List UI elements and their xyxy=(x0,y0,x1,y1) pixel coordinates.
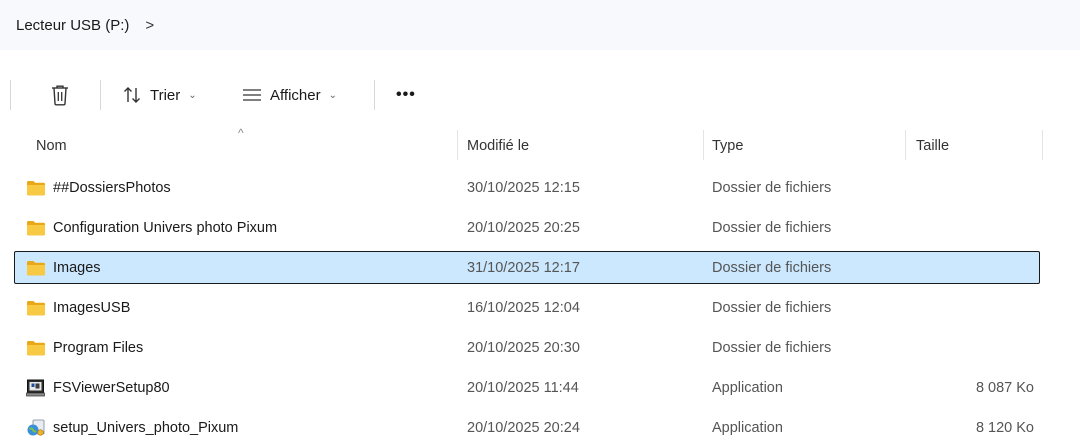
chevron-down-icon: ⌄ xyxy=(328,89,337,101)
file-name-cell[interactable]: Configuration Univers photo Pixum xyxy=(26,208,277,248)
file-modified: 31/10/2025 12:17 xyxy=(467,260,580,276)
column-resize-handle[interactable] xyxy=(1042,130,1043,160)
chevron-down-icon: ⌄ xyxy=(188,89,197,101)
column-resize-handle[interactable] xyxy=(905,130,906,160)
file-name: ##DossiersPhotos xyxy=(53,180,171,196)
column-header-size[interactable]: Taille xyxy=(916,126,1041,162)
column-resize-handle[interactable] xyxy=(457,130,458,160)
file-modified: 20/10/2025 20:24 xyxy=(467,420,580,436)
toolbar-divider xyxy=(10,80,11,110)
file-modified: 20/10/2025 11:44 xyxy=(467,380,579,396)
file-type: Dossier de fichiers xyxy=(712,300,832,316)
column-header-modified[interactable]: Modifié le xyxy=(467,126,702,162)
breadcrumb-drive[interactable]: Lecteur USB (P:) xyxy=(16,13,135,38)
file-size: 8 087 Ko xyxy=(975,380,1034,396)
file-type: Application xyxy=(712,380,783,396)
file-type: Dossier de fichiers xyxy=(712,340,832,356)
file-size xyxy=(916,208,1034,248)
file-list: ##DossiersPhotos 30/10/2025 12:15 Dossier … xyxy=(0,168,1080,448)
list-lines-icon xyxy=(242,88,262,102)
folder-icon xyxy=(26,219,53,237)
column-resize-handle[interactable] xyxy=(703,130,704,160)
file-type: Application xyxy=(712,420,783,436)
trash-icon xyxy=(50,84,70,106)
file-name-cell[interactable]: Images xyxy=(26,248,101,288)
folder-icon xyxy=(26,339,53,357)
view-button[interactable]: Afficher ⌄ xyxy=(234,77,345,113)
toolbar-divider xyxy=(100,80,101,110)
table-row[interactable]: setup_Univers_photo_Pixum 20/10/2025 20:2… xyxy=(0,408,1080,448)
column-header-name-label: Nom xyxy=(36,138,67,154)
file-size xyxy=(916,288,1034,328)
file-name-cell[interactable]: ImagesUSB xyxy=(26,288,130,328)
column-header-name[interactable]: Nom xyxy=(36,126,456,162)
folder-icon xyxy=(26,259,53,277)
file-name-cell[interactable]: setup_Univers_photo_Pixum xyxy=(26,408,238,448)
file-name: Images xyxy=(53,260,101,276)
file-type: Dossier de fichiers xyxy=(712,180,832,196)
file-name-cell[interactable]: ##DossiersPhotos xyxy=(26,168,171,208)
table-row[interactable]: Configuration Univers photo Pixum 20/10/2… xyxy=(0,208,1080,248)
sort-label: Trier xyxy=(150,86,181,104)
command-bar: Trier ⌄ Afficher ⌄ ••• xyxy=(0,64,1080,126)
table-row[interactable]: ##DossiersPhotos 30/10/2025 12:15 Dossier … xyxy=(0,168,1080,208)
file-size xyxy=(916,168,1034,208)
table-row[interactable]: FSViewerSetup80 20/10/2025 11:44 Applicati… xyxy=(0,368,1080,408)
file-type: Dossier de fichiers xyxy=(712,260,832,276)
address-bar[interactable]: Lecteur USB (P:) > xyxy=(0,0,1080,50)
sort-arrows-icon xyxy=(122,86,142,104)
file-name: setup_Univers_photo_Pixum xyxy=(53,420,239,436)
file-name: Program Files xyxy=(53,340,144,356)
toolbar-divider xyxy=(374,80,375,110)
view-label: Afficher xyxy=(270,86,321,104)
column-header-size-label: Taille xyxy=(916,138,950,154)
column-header-type[interactable]: Type xyxy=(712,126,904,162)
more-options-button[interactable]: ••• xyxy=(388,77,424,113)
table-row[interactable]: ImagesUSB 16/10/2025 12:04 Dossier de fich… xyxy=(0,288,1080,328)
file-modified: 16/10/2025 12:04 xyxy=(467,300,580,316)
file-size: 8 120 Ko xyxy=(975,420,1034,436)
column-header-type-label: Type xyxy=(712,138,744,154)
column-header-row: ^ Nom Modifié le Type Taille xyxy=(0,126,1080,162)
column-header-modified-label: Modifié le xyxy=(467,138,530,154)
table-row[interactable]: Images 31/10/2025 12:17 Dossier de fichier… xyxy=(0,248,1080,288)
file-modified: 20/10/2025 20:25 xyxy=(467,220,580,236)
file-name-cell[interactable]: Program Files xyxy=(26,328,143,368)
folder-icon xyxy=(26,299,53,317)
installer-icon xyxy=(26,379,53,397)
table-row[interactable]: Program Files 20/10/2025 20:30 Dossier de … xyxy=(0,328,1080,368)
file-size xyxy=(916,248,1034,288)
setup-globe-icon xyxy=(26,419,53,437)
file-type: Dossier de fichiers xyxy=(712,220,832,236)
file-name-cell[interactable]: FSViewerSetup80 xyxy=(26,368,170,408)
delete-button[interactable] xyxy=(42,77,78,113)
folder-icon xyxy=(26,179,53,197)
file-modified: 30/10/2025 12:15 xyxy=(467,180,580,196)
file-name: FSViewerSetup80 xyxy=(53,380,170,396)
sort-button[interactable]: Trier ⌄ xyxy=(114,77,205,113)
file-name: Configuration Univers photo Pixum xyxy=(53,220,278,236)
file-size xyxy=(916,328,1034,368)
breadcrumb-chevron-icon[interactable]: > xyxy=(145,17,154,34)
file-modified: 20/10/2025 20:30 xyxy=(467,340,580,356)
file-name: ImagesUSB xyxy=(53,300,131,316)
